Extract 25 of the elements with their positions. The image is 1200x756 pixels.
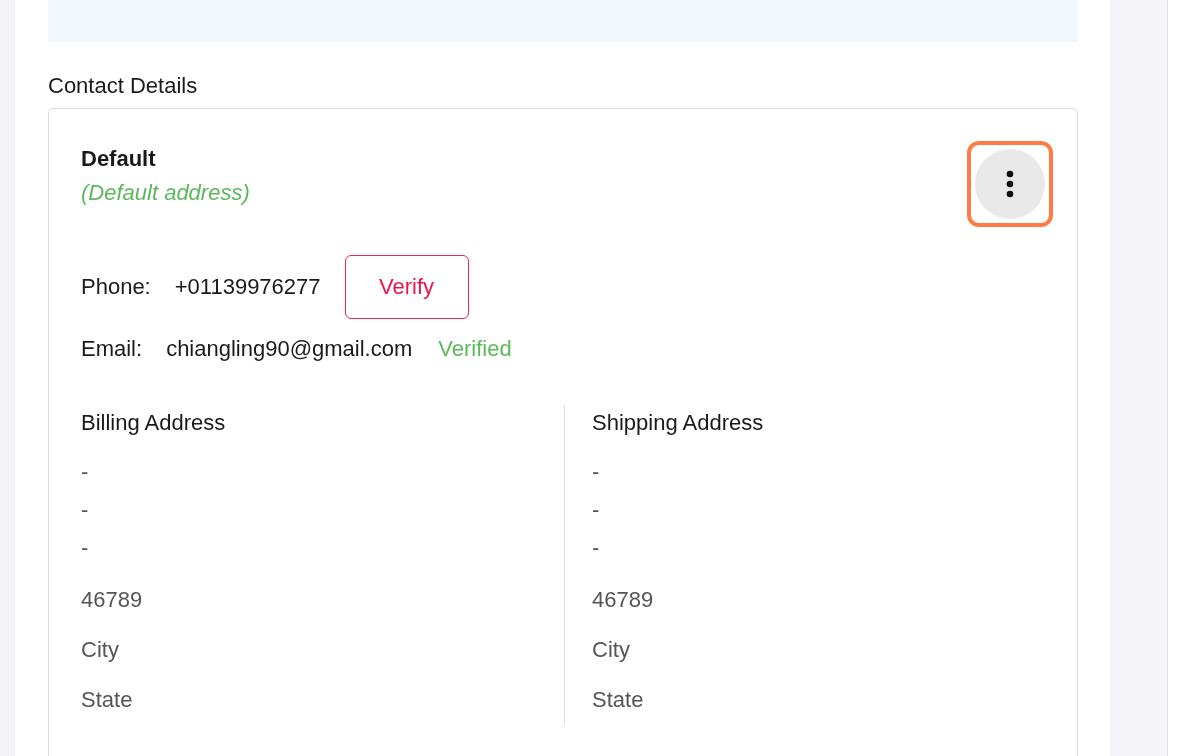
- address-line: 46789: [592, 586, 655, 614]
- section-title: Contact Details: [48, 72, 199, 100]
- address-title: Shipping Address: [592, 409, 765, 437]
- verified-status: Verified: [438, 336, 512, 362]
- address-line: City: [592, 636, 631, 664]
- address-line: -: [592, 496, 601, 524]
- address-line: -: [81, 458, 90, 486]
- address-line: State: [81, 686, 134, 714]
- email-label: Email:: [81, 336, 143, 362]
- contact-name: Default: [81, 145, 157, 173]
- address-type-label: (Default address): [81, 179, 250, 207]
- address-title: Billing Address: [81, 409, 227, 437]
- email-address: chiangling90@gmail.com: [166, 336, 413, 362]
- more-vertical-icon: [1006, 170, 1014, 198]
- address-line: 46789: [81, 586, 144, 614]
- address-line: -: [81, 534, 90, 562]
- address-line: State: [592, 686, 645, 714]
- address-line: City: [81, 636, 120, 664]
- address-line: -: [592, 534, 601, 562]
- verify-button[interactable]: Verify: [344, 255, 469, 319]
- phone-label: Phone:: [81, 274, 151, 300]
- phone-number: +01139976277: [174, 274, 321, 300]
- address-line: -: [592, 458, 601, 486]
- more-menu-button[interactable]: [975, 149, 1045, 219]
- address-line: -: [81, 496, 90, 524]
